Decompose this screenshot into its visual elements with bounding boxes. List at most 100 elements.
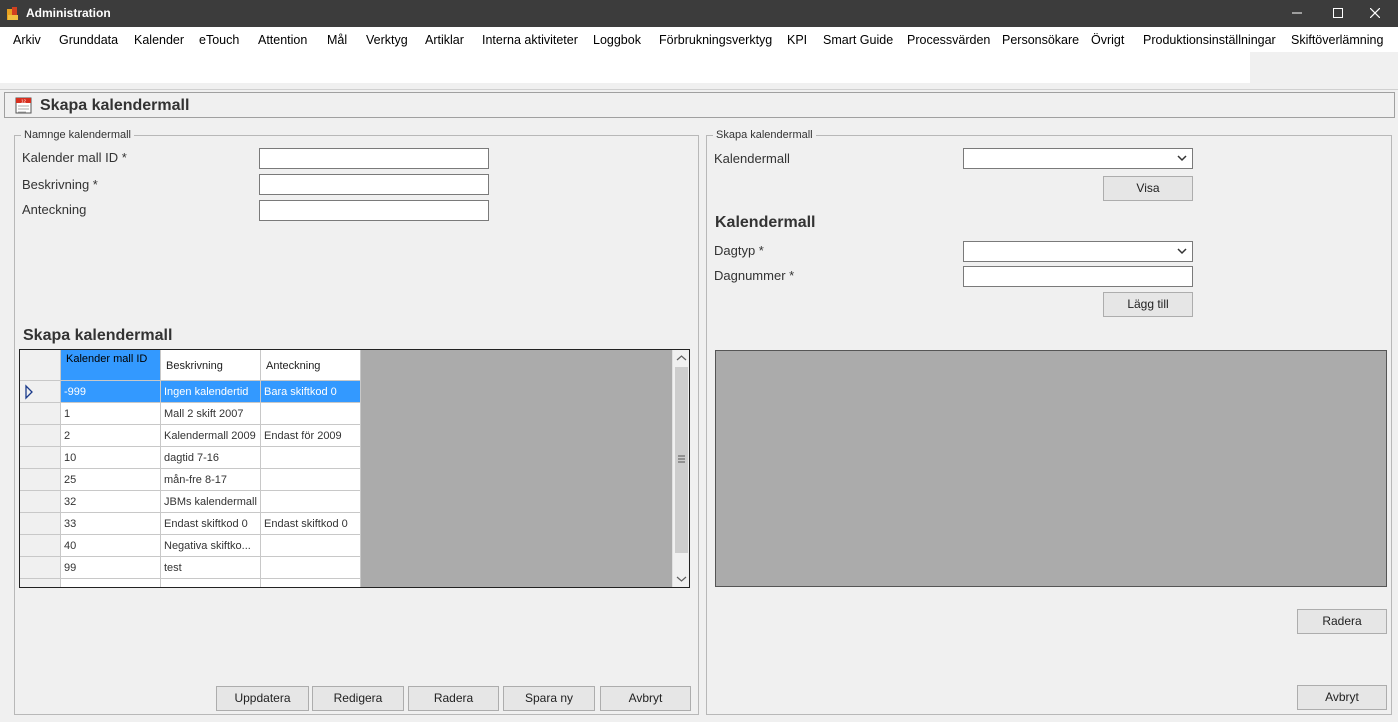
cell-id: 10 xyxy=(61,447,161,469)
note-label: Anteckning xyxy=(22,202,87,217)
note-input[interactable] xyxy=(259,200,489,221)
menu-kpi[interactable]: KPI xyxy=(787,33,807,47)
cell-note xyxy=(261,447,361,469)
right-delete-button[interactable]: Radera xyxy=(1297,609,1387,634)
scroll-thumb[interactable] xyxy=(675,367,688,553)
cell-description: test xyxy=(161,557,261,579)
menu-kalender[interactable]: Kalender xyxy=(134,33,184,47)
delete-button[interactable]: Radera xyxy=(408,686,499,711)
edit-button[interactable]: Redigera xyxy=(312,686,404,711)
cell-id: -999 xyxy=(61,381,161,403)
minimize-icon xyxy=(1292,12,1302,14)
row-header[interactable] xyxy=(20,425,61,447)
row-header[interactable] xyxy=(20,491,61,513)
calendar-template-select[interactable] xyxy=(963,148,1193,169)
menu-mal[interactable]: Mål xyxy=(327,33,347,47)
calendar-template-label: Kalendermall xyxy=(714,151,790,166)
menu-processvarden[interactable]: Processvärden xyxy=(907,33,990,47)
grid-vertical-scrollbar[interactable] xyxy=(672,350,689,587)
scroll-down-icon[interactable] xyxy=(673,570,690,587)
menu-forbrukningsverktyg[interactable]: Förbrukningsverktyg xyxy=(659,33,772,47)
group-legend: Skapa kalendermall xyxy=(713,129,816,141)
cell-id: 32 xyxy=(61,491,161,513)
row-header[interactable] xyxy=(20,447,61,469)
menu-skiftoverlamning[interactable]: Skiftöverlämning xyxy=(1291,33,1383,47)
scroll-up-icon[interactable] xyxy=(673,350,690,367)
toolstrip xyxy=(0,52,1250,83)
cell-description: Endast skiftkod 0 xyxy=(161,513,261,535)
cell-id: 40 xyxy=(61,535,161,557)
cell-note: Bara skiftkod 0 xyxy=(261,381,361,403)
section-title: Kalendermall xyxy=(715,214,816,231)
column-header-id[interactable]: Kalender mall ID xyxy=(61,350,161,381)
menu-personsokare[interactable]: Personsökare xyxy=(1002,33,1079,47)
group-legend: Namnge kalendermall xyxy=(21,129,134,141)
cell-description: Negativa skiftko... xyxy=(161,535,261,557)
menu-loggbok[interactable]: Loggbok xyxy=(593,33,641,47)
cell-description: Kalendermall 2009 xyxy=(161,425,261,447)
cancel-button[interactable]: Avbryt xyxy=(600,686,691,711)
calendar-icon: 12 xyxy=(15,97,32,114)
day-number-input[interactable] xyxy=(963,266,1193,287)
page-title: Skapa kalendermall xyxy=(40,97,190,114)
cell-id: 25 xyxy=(61,469,161,491)
cell-description: dagtid 7-16 xyxy=(161,447,261,469)
row-header[interactable] xyxy=(20,557,61,579)
menu-produktionsinstallningar[interactable]: Produktionsinställningar xyxy=(1143,33,1276,47)
cell-description: Ingen kalendertid xyxy=(161,381,261,403)
row-header[interactable] xyxy=(20,513,61,535)
cell-description xyxy=(161,579,261,587)
cell-note xyxy=(261,403,361,425)
cell-note xyxy=(261,535,361,557)
cell-id: 2 xyxy=(61,425,161,447)
row-header[interactable] xyxy=(20,381,61,403)
row-header[interactable] xyxy=(20,579,61,587)
maximize-icon xyxy=(1333,8,1343,18)
row-header[interactable] xyxy=(20,535,61,557)
menu-arkiv[interactable]: Arkiv xyxy=(13,33,41,47)
description-label: Beskrivning * xyxy=(22,177,98,192)
menu-verktyg[interactable]: Verktyg xyxy=(366,33,408,47)
cell-note xyxy=(261,469,361,491)
grid-corner xyxy=(20,350,61,381)
menu-attention[interactable]: Attention xyxy=(258,33,307,47)
row-header[interactable] xyxy=(20,403,61,425)
menu-etouch[interactable]: eTouch xyxy=(199,33,239,47)
template-id-input[interactable] xyxy=(259,148,489,169)
row-header[interactable] xyxy=(20,469,61,491)
svg-text:12: 12 xyxy=(21,99,27,104)
show-button[interactable]: Visa xyxy=(1103,176,1193,201)
menu-smart-guide[interactable]: Smart Guide xyxy=(823,33,893,47)
menu-grunddata[interactable]: Grunddata xyxy=(59,33,118,47)
description-input[interactable] xyxy=(259,174,489,195)
save-new-button[interactable]: Spara ny xyxy=(503,686,595,711)
window-title: Administration xyxy=(26,6,111,20)
row-pointer-icon xyxy=(25,384,33,400)
chevron-down-icon xyxy=(1177,248,1187,255)
column-header-description[interactable]: Beskrivning xyxy=(161,350,261,381)
app-icon xyxy=(7,7,18,20)
close-icon xyxy=(1369,7,1381,19)
close-button[interactable] xyxy=(1352,0,1398,27)
update-button[interactable]: Uppdatera xyxy=(216,686,309,711)
grid-title: Skapa kalendermall xyxy=(23,327,173,344)
divider xyxy=(0,89,1398,90)
day-type-label: Dagtyp * xyxy=(714,243,764,258)
column-header-note[interactable]: Anteckning xyxy=(261,350,361,381)
cell-note xyxy=(261,491,361,513)
add-button[interactable]: Lägg till xyxy=(1103,292,1193,317)
menu-ovrigt[interactable]: Övrigt xyxy=(1091,33,1124,47)
day-type-select[interactable] xyxy=(963,241,1193,262)
cell-id: 99 xyxy=(61,557,161,579)
right-cancel-button[interactable]: Avbryt xyxy=(1297,685,1387,710)
cell-note: Endast för 2009 xyxy=(261,425,361,447)
template-grid[interactable]: Kalender mall ID Beskrivning Anteckning … xyxy=(19,349,690,588)
template-days-grid[interactable] xyxy=(715,350,1387,587)
menu-artiklar[interactable]: Artiklar xyxy=(425,33,464,47)
minimize-button[interactable] xyxy=(1274,0,1320,27)
menu-interna-aktiviteter[interactable]: Interna aktiviteter xyxy=(482,33,578,47)
cell-note xyxy=(261,557,361,579)
page-header: 12 Skapa kalendermall xyxy=(4,92,1395,118)
menu-bar: Arkiv Grunddata Kalender eTouch Attentio… xyxy=(0,27,1398,52)
cell-id: 33 xyxy=(61,513,161,535)
